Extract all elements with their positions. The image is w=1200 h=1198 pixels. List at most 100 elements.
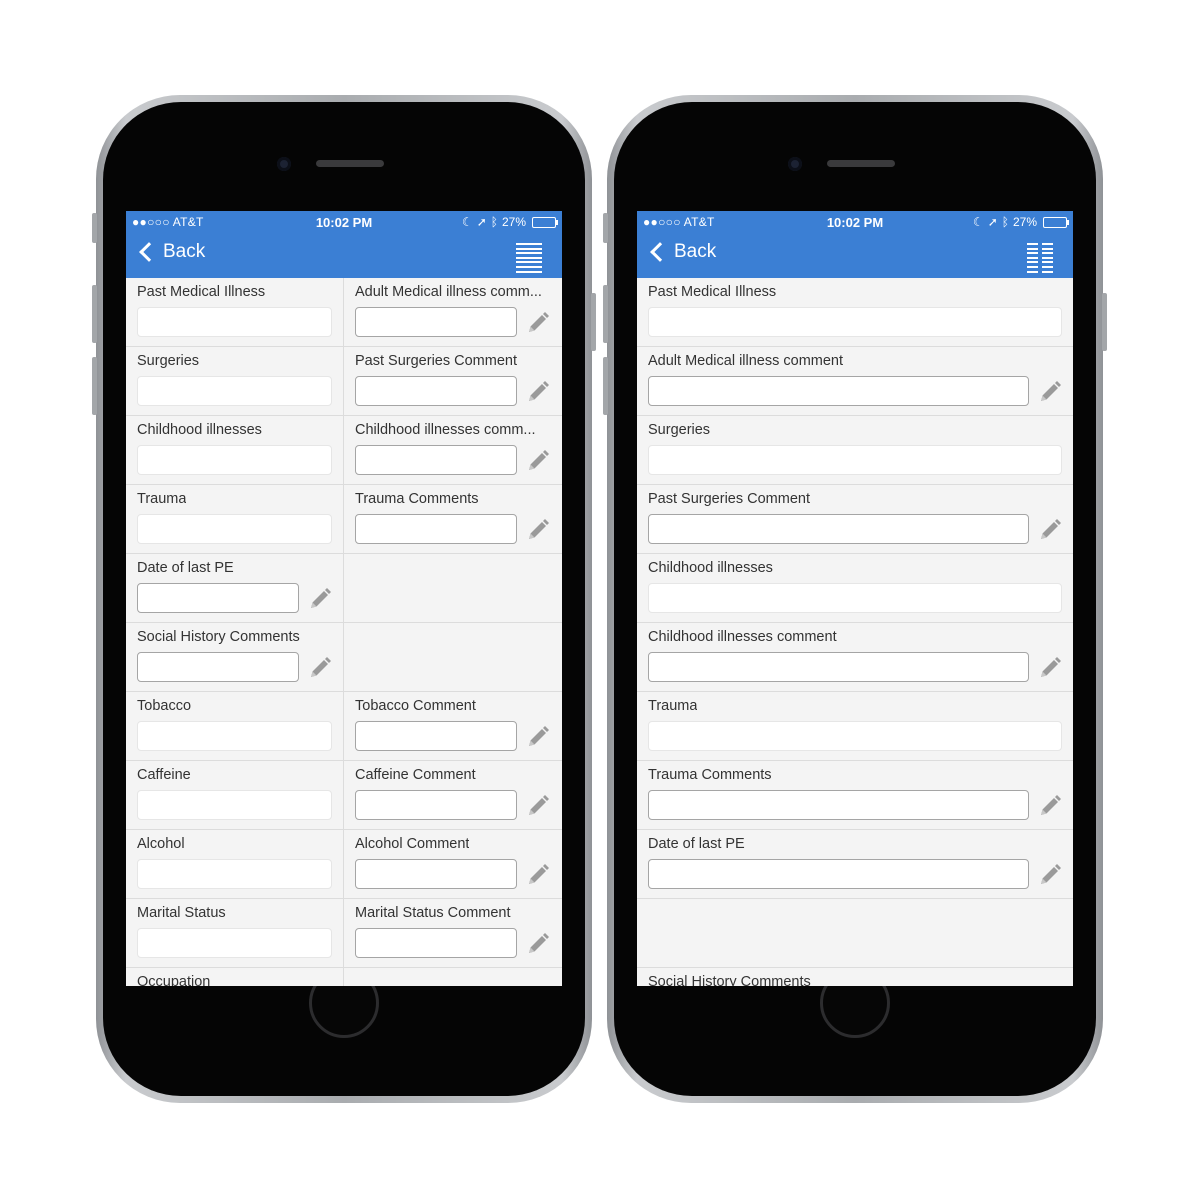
pencil-icon[interactable] [1037, 380, 1063, 404]
comment-input[interactable] [355, 859, 517, 889]
field-label: Past Surgeries Comment [355, 353, 517, 369]
field-label: Adult Medical illness comment [648, 353, 844, 369]
pencil-icon[interactable] [525, 380, 551, 404]
field-label: Caffeine [137, 767, 191, 783]
moon-icon: ☾ [972, 215, 984, 229]
text-input[interactable] [137, 514, 332, 544]
form-cell: Marital Status Comment [344, 899, 562, 968]
form-cell: Marital Status [126, 899, 344, 968]
mute-switch [603, 213, 608, 243]
comment-input[interactable] [355, 721, 517, 751]
comment-input[interactable] [648, 652, 1029, 682]
chevron-left-icon [650, 242, 670, 262]
field-label: Childhood illnesses [137, 422, 262, 438]
chevron-left-icon [139, 242, 159, 262]
form-cell: Occupation [126, 968, 344, 986]
field-label: Trauma [648, 698, 698, 714]
status-right: ☾ ➚ ᛒ 27% [972, 215, 1069, 229]
field-label: Trauma Comments [355, 491, 479, 507]
form-cell: Social History Comments [126, 623, 344, 692]
text-input[interactable] [137, 721, 332, 751]
field-label: Tobacco Comment [355, 698, 476, 714]
mute-switch [92, 213, 97, 243]
pencil-icon[interactable] [525, 518, 551, 542]
form-list-single-column: Past Medical Illness Adult Medical illnes… [637, 278, 1073, 986]
form-cell: Date of last PE [637, 830, 1073, 899]
back-label: Back [674, 241, 717, 262]
text-input[interactable] [137, 859, 332, 889]
comment-input[interactable] [355, 445, 517, 475]
form-cell: Alcohol Comment [344, 830, 562, 899]
screen-left: ●●○○○ AT&T 10:02 PM ☾ ➚ ᛒ 27% Back Past … [126, 211, 562, 986]
comment-input[interactable] [648, 514, 1029, 544]
comment-input[interactable] [355, 514, 517, 544]
empty-cell [637, 899, 1073, 968]
text-input[interactable] [648, 721, 1062, 751]
pencil-icon[interactable] [525, 311, 551, 335]
field-label: Childhood illnesses [648, 560, 773, 576]
back-button[interactable]: Back [136, 241, 205, 263]
field-label: Occupation [137, 974, 211, 986]
field-label: Childhood illnesses comment [648, 629, 837, 645]
field-label: Caffeine Comment [355, 767, 476, 783]
back-button[interactable]: Back [647, 241, 716, 263]
form-cell: Social History Comments [637, 968, 1073, 986]
pencil-icon[interactable] [525, 794, 551, 818]
pencil-icon[interactable] [1037, 863, 1063, 887]
battery-percent: 27% [501, 215, 526, 229]
status-right: ☾ ➚ ᛒ 27% [462, 215, 558, 229]
pencil-icon[interactable] [1037, 656, 1063, 680]
empty-cell [344, 623, 562, 692]
text-input[interactable] [648, 307, 1062, 337]
field-label: Alcohol [137, 836, 185, 852]
form-cell: Tobacco [126, 692, 344, 761]
field-label: Tobacco [137, 698, 192, 714]
comment-input[interactable] [355, 376, 517, 406]
text-input[interactable] [648, 445, 1062, 475]
text-input[interactable] [137, 928, 332, 958]
comment-input[interactable] [137, 583, 299, 613]
comment-input[interactable] [648, 859, 1029, 889]
camera [277, 157, 291, 171]
text-input[interactable] [137, 307, 332, 337]
speaker [316, 160, 384, 167]
form-cell: Trauma [126, 485, 344, 554]
list-view-icon[interactable] [516, 243, 542, 273]
field-label: Surgeries [648, 422, 711, 438]
two-column-view-icon[interactable] [1027, 243, 1053, 273]
field-label: Date of last PE [648, 836, 745, 852]
text-input[interactable] [137, 790, 332, 820]
field-label: Trauma [137, 491, 187, 507]
comment-input[interactable] [355, 307, 517, 337]
volume-up-button [92, 285, 97, 343]
empty-cell [344, 554, 562, 623]
form-grid-two-column: Past Medical Illness Adult Medical illnes… [126, 278, 562, 986]
text-input[interactable] [648, 583, 1062, 613]
pencil-icon[interactable] [525, 725, 551, 749]
pencil-icon[interactable] [1037, 794, 1063, 818]
nav-bar: Back [126, 233, 562, 278]
text-input[interactable] [137, 445, 332, 475]
text-input[interactable] [137, 376, 332, 406]
field-label: Social History Comments [648, 974, 811, 986]
pencil-icon[interactable] [525, 449, 551, 473]
form-cell: Past Surgeries Comment [637, 485, 1073, 554]
comment-input[interactable] [355, 928, 517, 958]
form-cell: Trauma Comments [637, 761, 1073, 830]
bluetooth-icon: ᛒ [490, 215, 498, 229]
comment-input[interactable] [137, 652, 299, 682]
pencil-icon[interactable] [307, 656, 333, 680]
pencil-icon[interactable] [307, 587, 333, 611]
camera [788, 157, 802, 171]
pencil-icon[interactable] [525, 863, 551, 887]
pencil-icon[interactable] [1037, 518, 1063, 542]
comment-input[interactable] [648, 790, 1029, 820]
pencil-icon[interactable] [525, 932, 551, 956]
volume-down-button [603, 357, 608, 415]
comment-input[interactable] [355, 790, 517, 820]
battery-percent: 27% [1012, 215, 1037, 229]
comment-input[interactable] [648, 376, 1029, 406]
field-label: Past Medical Illness [137, 284, 266, 300]
screen-right: ●●○○○ AT&T 10:02 PM ☾ ➚ ᛒ 27% Back Past … [637, 211, 1073, 986]
form-cell: Caffeine Comment [344, 761, 562, 830]
